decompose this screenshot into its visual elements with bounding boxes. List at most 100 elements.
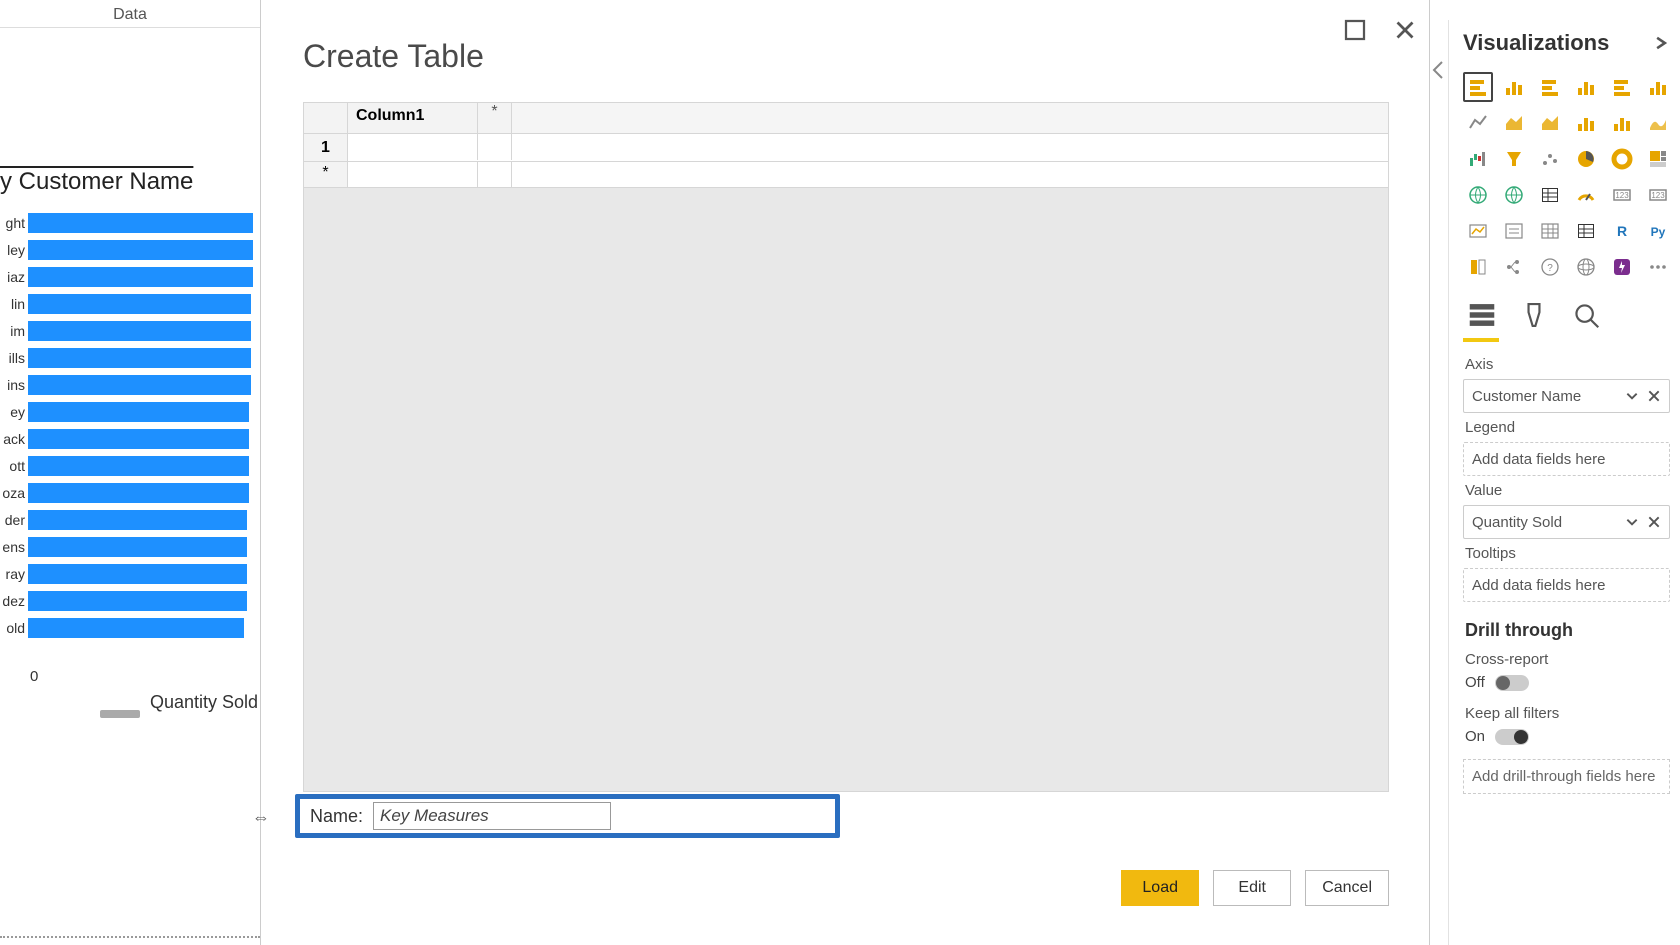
cross-report-label: Cross-report [1465,651,1670,668]
chart-bar[interactable] [28,429,249,449]
area-icon[interactable] [1499,108,1529,138]
value-field: Quantity Sold [1472,514,1562,531]
kpi-icon[interactable] [1463,216,1493,246]
axis-well[interactable]: Customer Name [1463,379,1670,413]
key-influencers-icon[interactable] [1463,252,1493,282]
grid-add-row[interactable]: * [304,162,348,187]
map-icon[interactable] [1463,180,1493,210]
enter-data-grid[interactable]: Column1 * 1 * [303,102,1389,792]
chart-scrollbar[interactable] [100,710,140,718]
chart-bar[interactable] [28,591,247,611]
chevron-down-icon[interactable] [1625,515,1639,529]
grid-cell-r1-add[interactable] [478,134,512,160]
legend-label: Legend [1465,419,1670,436]
cross-report-toggle[interactable] [1495,675,1529,691]
multirow-card-icon[interactable]: 123 [1643,180,1673,210]
analytics-tab-icon[interactable] [1571,300,1601,330]
chart-bar[interactable] [28,213,253,233]
edit-button[interactable]: Edit [1213,870,1291,906]
stacked-bar-icon[interactable] [1463,72,1493,102]
matrix-icon[interactable] [1571,216,1601,246]
legend-placeholder: Add data fields here [1472,451,1605,468]
table-icon[interactable] [1535,216,1565,246]
stacked-area-icon[interactable] [1535,108,1565,138]
card-icon[interactable]: 123 [1607,180,1637,210]
keep-filters-label: Keep all filters [1465,705,1670,722]
chart-bar[interactable] [28,294,251,314]
chart-bar[interactable] [28,240,253,260]
arcgis-icon[interactable] [1571,252,1601,282]
chart-bars: ghtleyiazlinimillsinseyackottozaderensra… [0,210,260,642]
drill-through-title: Drill through [1465,620,1670,641]
chart-bar[interactable] [28,483,249,503]
chart-bar[interactable] [28,375,251,395]
grid-add-column[interactable]: * [478,103,512,133]
legend-well[interactable]: Add data fields here [1463,442,1670,476]
report-canvas-left: Data y Customer Name ghtleyiazlinimillsi… [0,0,260,945]
chart-bar-row: dez [0,588,260,614]
fields-tab-icon[interactable] [1467,300,1497,330]
chart-bar[interactable] [28,510,247,530]
funnel-icon[interactable] [1499,144,1529,174]
r-visual-icon[interactable]: R [1607,216,1637,246]
more-icon[interactable] [1643,252,1673,282]
filled-map-icon[interactable] [1499,180,1529,210]
stacked-column-icon[interactable] [1535,72,1565,102]
waterfall-icon[interactable] [1463,144,1493,174]
ribbon-icon[interactable] [1643,108,1673,138]
shape-map-icon[interactable] [1535,180,1565,210]
chart-bar[interactable] [28,267,253,287]
chart-category-label: dez [0,593,28,609]
load-button[interactable]: Load [1121,870,1199,906]
scatter-icon[interactable] [1535,144,1565,174]
cancel-button[interactable]: Cancel [1305,870,1389,906]
chevron-down-icon[interactable] [1625,389,1639,403]
tooltips-placeholder: Add data fields here [1472,577,1605,594]
chart-bar[interactable] [28,537,247,557]
clustered-bar-icon[interactable] [1571,72,1601,102]
grid-cell-r1c1[interactable] [348,134,478,160]
chart-bar[interactable] [28,456,249,476]
100stacked-bar-icon[interactable] [1607,72,1637,102]
pie-icon[interactable] [1571,144,1601,174]
powerapps-icon[interactable] [1607,252,1637,282]
100stacked-column-icon[interactable] [1643,72,1673,102]
donut-icon[interactable] [1607,144,1637,174]
value-well[interactable]: Quantity Sold [1463,505,1670,539]
table-name-input[interactable] [373,802,611,830]
remove-field-icon[interactable] [1647,515,1661,529]
separator [0,936,260,938]
grid-cell-addrow-add[interactable] [478,162,512,188]
chart-title: y Customer Name [0,168,193,196]
chart-category-label: old [0,620,28,636]
line-icon[interactable] [1463,108,1493,138]
keep-filters-toggle[interactable] [1495,729,1529,745]
grid-cell-addrow-c1[interactable] [348,162,478,188]
maximize-icon[interactable] [1343,18,1367,42]
remove-field-icon[interactable] [1647,389,1661,403]
line-clustered-icon[interactable] [1571,108,1601,138]
grid-column-header-1[interactable]: Column1 [348,103,478,133]
python-visual-icon[interactable]: Py [1643,216,1673,246]
slicer-icon[interactable] [1499,216,1529,246]
chart-bar[interactable] [28,321,251,341]
collapse-pane-icon[interactable] [1652,34,1670,52]
clustered-column-icon[interactable] [1499,72,1529,102]
resize-handle-icon[interactable]: ⇔ [252,807,270,828]
chart-category-label: ght [0,215,28,231]
drill-through-add-well[interactable]: Add drill-through fields here [1463,759,1670,794]
gauge-icon[interactable] [1571,180,1601,210]
filters-pane-collapsed[interactable] [1430,40,1444,100]
line-stacked-icon[interactable] [1607,108,1637,138]
decomposition-icon[interactable] [1499,252,1529,282]
chart-bar[interactable] [28,564,247,584]
qa-icon[interactable]: ? [1535,252,1565,282]
axis-tick-zero: 0 [30,668,38,685]
chart-bar[interactable] [28,402,249,422]
close-icon[interactable] [1393,18,1417,42]
chart-bar[interactable] [28,348,251,368]
tooltips-well[interactable]: Add data fields here [1463,568,1670,602]
chart-bar[interactable] [28,618,244,638]
format-tab-icon[interactable] [1519,300,1549,330]
treemap-icon[interactable] [1643,144,1673,174]
